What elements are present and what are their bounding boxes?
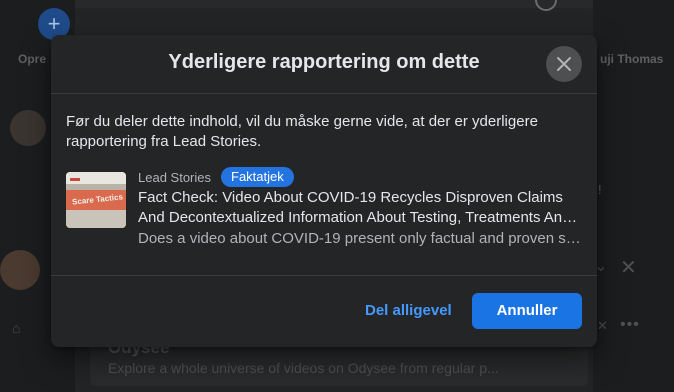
additional-reporting-dialog: Yderligere rapportering om dette Før du …	[51, 35, 597, 347]
article-description: Does a video about COVID-19 present only…	[138, 230, 581, 247]
close-button[interactable]	[546, 46, 582, 82]
fact-check-article[interactable]: Scare Tactics Lead Stories Faktatjek Fac…	[66, 167, 582, 247]
link-preview-text: Explore a whole universe of videos on Od…	[108, 360, 499, 376]
share-anyway-button[interactable]: Del alligevel	[351, 293, 466, 329]
article-title[interactable]: Fact Check: Video About COVID-19 Recycle…	[138, 188, 582, 228]
create-story-label: Opre	[18, 52, 47, 66]
close-icon: ✕	[620, 257, 637, 279]
close-icon	[557, 57, 571, 71]
dialog-intro: Før du deler dette indhold, vil du måske…	[66, 113, 538, 150]
article-source: Lead Stories	[138, 170, 211, 185]
composer-bar	[75, 0, 593, 8]
cancel-button[interactable]: Annuller	[472, 293, 582, 329]
fact-check-badge: Faktatjek	[221, 167, 294, 187]
close-icon: ✕	[597, 318, 608, 333]
dialog-title: Yderligere rapportering om dette	[168, 51, 480, 73]
menu-icon: ⌂	[12, 320, 21, 336]
article-thumbnail: Scare Tactics	[66, 172, 126, 228]
footer-divider	[51, 275, 597, 276]
avatar	[10, 110, 46, 146]
more-icon: •••	[620, 316, 640, 333]
sidebar-text: !	[598, 182, 602, 197]
avatar	[0, 250, 40, 290]
contact-name: uji Thomas	[600, 52, 664, 66]
dialog-header: Yderligere rapportering om dette	[51, 35, 597, 94]
